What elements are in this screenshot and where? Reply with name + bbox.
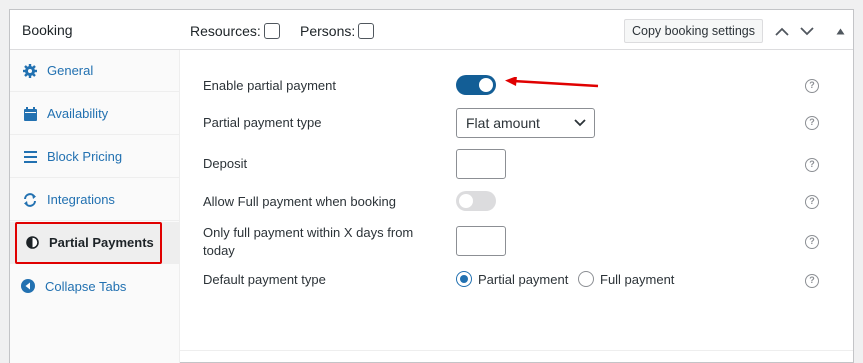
- red-arrow-annotation: [505, 77, 599, 88]
- tab-block-pricing-label: Block Pricing: [47, 149, 123, 164]
- persons-checkbox[interactable]: [358, 23, 375, 39]
- tab-collapse[interactable]: Collapse Tabs: [10, 265, 179, 307]
- radio-full-payment-label: Full payment: [600, 271, 675, 287]
- tab-integrations[interactable]: Integrations: [10, 179, 179, 221]
- radio-full-payment-input[interactable]: [578, 271, 594, 287]
- radio-partial-payment-input[interactable]: [456, 271, 472, 287]
- radio-partial-payment[interactable]: Partial payment: [456, 271, 568, 287]
- help-icon[interactable]: ?: [805, 274, 819, 288]
- allow-full-payment-label: Allow Full payment when booking: [203, 194, 396, 209]
- toggle-knob: [459, 194, 473, 208]
- radio-partial-payment-label: Partial payment: [478, 271, 569, 287]
- chevron-up-icon[interactable]: [772, 21, 792, 41]
- gear-icon: [22, 63, 38, 79]
- tab-integrations-label: Integrations: [47, 192, 115, 207]
- tab-collapse-label: Collapse Tabs: [45, 278, 127, 294]
- chevron-down-icon[interactable]: [797, 21, 817, 41]
- help-icon[interactable]: ?: [805, 195, 819, 209]
- booking-tabs-sidebar: General Availability Block Pricing Integ…: [10, 50, 180, 363]
- only-full-payment-days-input[interactable]: [456, 226, 506, 256]
- enable-partial-payment-toggle[interactable]: [456, 75, 496, 95]
- allow-full-payment-toggle[interactable]: [456, 191, 496, 211]
- partial-payment-type-select[interactable]: Flat amount: [456, 108, 595, 138]
- panel-header: Booking Resources: Persons: Copy booking…: [10, 10, 853, 50]
- only-full-payment-label: Only full payment within X days from tod…: [203, 225, 414, 258]
- sync-icon: [22, 192, 38, 208]
- booking-panel: Booking Resources: Persons: Copy booking…: [9, 9, 854, 363]
- resources-option[interactable]: Resources:: [190, 23, 280, 39]
- tab-block-pricing[interactable]: Block Pricing: [10, 136, 179, 178]
- radio-full-payment[interactable]: Full payment: [578, 271, 674, 287]
- deposit-input[interactable]: [456, 149, 506, 179]
- tab-general-label: General: [47, 63, 94, 78]
- toggle-knob: [479, 78, 493, 92]
- help-icon[interactable]: ?: [805, 158, 819, 172]
- resources-label: Resources:: [190, 23, 261, 39]
- tab-availability-label: Availability: [47, 106, 109, 121]
- resources-checkbox[interactable]: [263, 23, 280, 39]
- partial-payment-type-value: Flat amount: [466, 115, 540, 131]
- divider: [180, 350, 853, 351]
- persons-option[interactable]: Persons:: [300, 23, 375, 39]
- list-icon: [22, 149, 38, 165]
- panel-title: Booking: [22, 22, 73, 38]
- calendar-icon: [22, 106, 38, 122]
- help-icon[interactable]: ?: [805, 235, 819, 249]
- deposit-label: Deposit: [203, 156, 248, 171]
- collapse-triangle-icon[interactable]: [830, 21, 850, 41]
- copy-booking-settings-button[interactable]: Copy booking settings: [624, 19, 763, 43]
- partial-payment-type-label: Partial payment type: [203, 115, 322, 130]
- tab-general[interactable]: General: [10, 50, 179, 92]
- arrow-left-circle-icon: [20, 278, 36, 294]
- chevron-down-icon: [574, 109, 586, 146]
- highlight-box: [15, 222, 162, 264]
- enable-partial-payment-label: Enable partial payment: [203, 78, 336, 93]
- tab-availability[interactable]: Availability: [10, 93, 179, 135]
- help-icon[interactable]: ?: [805, 79, 819, 93]
- persons-label: Persons:: [300, 23, 356, 39]
- default-payment-type-label: Default payment type: [203, 272, 326, 287]
- help-icon[interactable]: ?: [805, 116, 819, 130]
